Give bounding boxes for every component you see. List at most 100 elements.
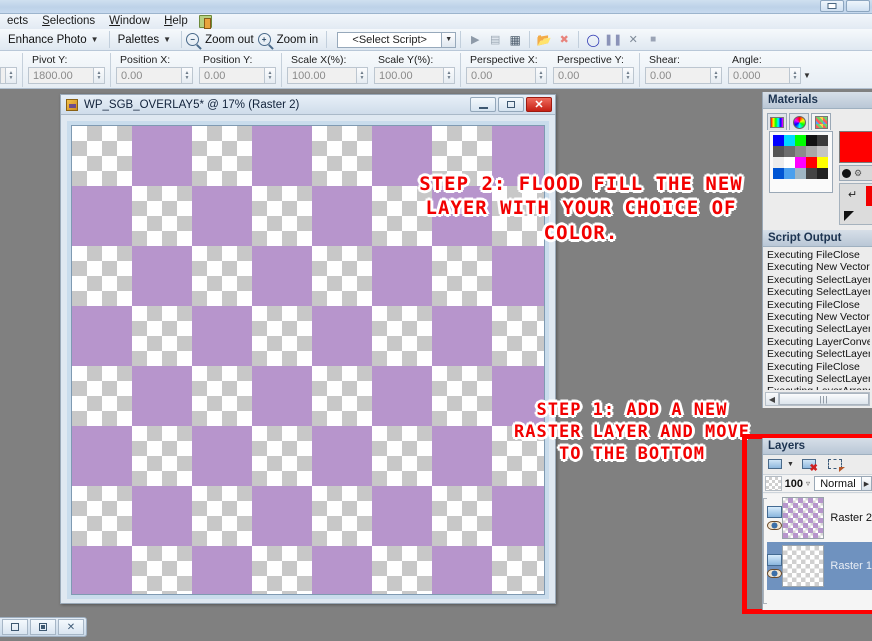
swatch[interactable] — [817, 157, 828, 168]
angle-input[interactable]: 0.000 — [728, 67, 790, 84]
pause-script-button[interactable]: ❚❚ — [603, 31, 623, 49]
foreground-color-swatch[interactable] — [839, 131, 872, 163]
zoom-in-icon[interactable]: + — [257, 33, 271, 46]
zoom-in-button[interactable]: Zoom in — [273, 34, 323, 46]
mdi-minimize-button[interactable] — [2, 619, 28, 635]
open-script-folder-icon[interactable]: 📂 — [534, 31, 554, 49]
swatch[interactable] — [795, 168, 806, 179]
material-style-controls[interactable]: ⚙ — [839, 165, 872, 181]
position-y-input[interactable]: 0.00 — [199, 67, 265, 84]
scale-x-input[interactable]: 100.00 — [287, 67, 357, 84]
swatch[interactable] — [806, 168, 817, 179]
menu-item-effects[interactable]: ects — [0, 14, 35, 29]
background-color-swatch[interactable] — [866, 186, 872, 206]
script-output-horizontal-scrollbar[interactable]: ◀ ||| — [765, 392, 870, 406]
angle-dial-chevron-down-icon[interactable]: ▼ — [801, 71, 817, 80]
layer-row[interactable]: Raster 1 — [767, 542, 872, 590]
swatch[interactable] — [817, 135, 828, 146]
swatch[interactable] — [806, 146, 817, 157]
position-x-input[interactable]: 0.00 — [116, 67, 182, 84]
swatch-grid[interactable] — [773, 135, 829, 179]
select-script-chevron-down-icon[interactable]: ▼ — [442, 31, 457, 48]
swatch-palette[interactable] — [769, 131, 833, 193]
layer-list[interactable]: Raster 2 Raster 1 — [763, 494, 872, 610]
pivot-y-input[interactable]: 1800.00 — [28, 67, 94, 84]
stop-script-button[interactable]: ✖ — [554, 31, 574, 49]
scrollbar-thumb[interactable]: ||| — [779, 393, 869, 405]
layer-row[interactable]: Raster 2 — [767, 494, 872, 542]
menu-item-help[interactable]: Help — [157, 14, 195, 29]
spinner-arrows[interactable]: ▲ ▼ — [6, 67, 17, 84]
perspective-x-stepper[interactable]: ▲ ▼ — [536, 67, 547, 84]
window-secondary-button[interactable] — [846, 0, 870, 12]
edit-script-button[interactable]: ▦ — [505, 31, 525, 49]
enhance-photo-chevron-down-icon[interactable]: ▼ — [91, 35, 105, 44]
transparency-toggle-icon[interactable] — [844, 211, 854, 221]
blend-mode-chevron-down-icon[interactable]: ▶ — [861, 476, 872, 491]
swatch[interactable] — [795, 157, 806, 168]
materials-tab-swatches[interactable] — [811, 113, 831, 130]
position-y-stepper[interactable]: ▲ ▼ — [265, 67, 276, 84]
palettes-button[interactable]: Palettes — [114, 34, 164, 46]
background-material-area[interactable]: ↵ — [839, 183, 872, 225]
mdi-close-button[interactable]: ✕ — [58, 619, 84, 635]
cancel-script-button[interactable]: ✕ — [623, 31, 643, 49]
opacity-slider-icon[interactable]: ▿ — [806, 479, 810, 488]
angle-stepper[interactable]: ▲ ▼ — [790, 67, 801, 84]
pivot-y-stepper[interactable]: ▲ ▼ — [94, 67, 105, 84]
scale-y-input[interactable]: 100.00 — [374, 67, 444, 84]
swap-colors-icon[interactable]: ↵ — [848, 188, 857, 201]
window-restore-button[interactable] — [820, 0, 844, 12]
perspective-y-stepper[interactable]: ▲ ▼ — [623, 67, 634, 84]
enhance-photo-button[interactable]: Enhance Photo — [4, 34, 91, 46]
visibility-eye-icon[interactable] — [767, 569, 782, 578]
materials-tab-rainbow[interactable] — [789, 113, 809, 130]
script-output-list[interactable]: Executing FileClose Executing New Vector … — [765, 249, 870, 390]
delete-layer-icon[interactable]: ✖ — [801, 457, 818, 474]
learning-center-icon[interactable] — [198, 15, 212, 29]
swatch[interactable] — [806, 135, 817, 146]
texture-icon[interactable]: ⚙ — [854, 168, 862, 179]
swatch[interactable] — [817, 168, 828, 179]
perspective-y-input[interactable]: 0.00 — [553, 67, 623, 84]
layer-properties-icon[interactable] — [827, 457, 845, 472]
swatch[interactable] — [784, 157, 795, 168]
visibility-eye-icon[interactable] — [767, 521, 782, 530]
swatch[interactable] — [795, 146, 806, 157]
zoom-out-icon[interactable]: − — [186, 33, 200, 46]
swatch[interactable] — [784, 146, 795, 157]
swatch[interactable] — [795, 135, 806, 146]
zoom-out-button[interactable]: Zoom out — [201, 34, 258, 46]
new-layer-chevron-down-icon[interactable]: ▼ — [787, 461, 794, 468]
swatch[interactable] — [784, 168, 795, 179]
run-multiple-script-button[interactable]: ▤ — [485, 31, 505, 49]
opacity-value[interactable]: 100 — [782, 478, 806, 490]
document-close-button[interactable]: ✕ — [526, 97, 552, 112]
menu-item-window[interactable]: Window — [102, 14, 157, 29]
document-title-bar[interactable]: WP_SGB_OVERLAY5* @ 17% (Raster 2) ✕ — [61, 95, 555, 115]
shear-input[interactable]: 0.00 — [645, 67, 711, 84]
swatch[interactable] — [773, 135, 784, 146]
shear-stepper[interactable]: ▲ ▼ — [711, 67, 722, 84]
document-maximize-button[interactable] — [498, 97, 524, 112]
swatch[interactable] — [773, 168, 784, 179]
menu-item-selections[interactable]: Selections — [35, 14, 102, 29]
document-minimize-button[interactable] — [470, 97, 496, 112]
select-script-dropdown[interactable]: <Select Script> — [337, 31, 443, 48]
perspective-x-input[interactable]: 0.00 — [466, 67, 536, 84]
swatch[interactable] — [773, 157, 784, 168]
position-x-stepper[interactable]: ▲ ▼ — [182, 67, 193, 84]
solid-color-icon[interactable] — [842, 168, 851, 178]
palettes-chevron-down-icon[interactable]: ▼ — [163, 35, 177, 44]
mdi-restore-button[interactable] — [30, 619, 56, 635]
scroll-left-arrow-icon[interactable]: ◀ — [766, 393, 779, 405]
new-layer-icon[interactable] — [767, 457, 784, 472]
scale-x-stepper[interactable]: ▲ ▼ — [357, 67, 368, 84]
swatch[interactable] — [773, 146, 784, 157]
swatch[interactable] — [806, 157, 817, 168]
swatch[interactable] — [817, 146, 828, 157]
scale-y-stepper[interactable]: ▲ ▼ — [444, 67, 455, 84]
record-script-button[interactable]: ◯ — [583, 31, 603, 49]
save-script-button[interactable]: ■ — [643, 31, 663, 49]
run-script-button[interactable]: ▶ — [465, 31, 485, 49]
